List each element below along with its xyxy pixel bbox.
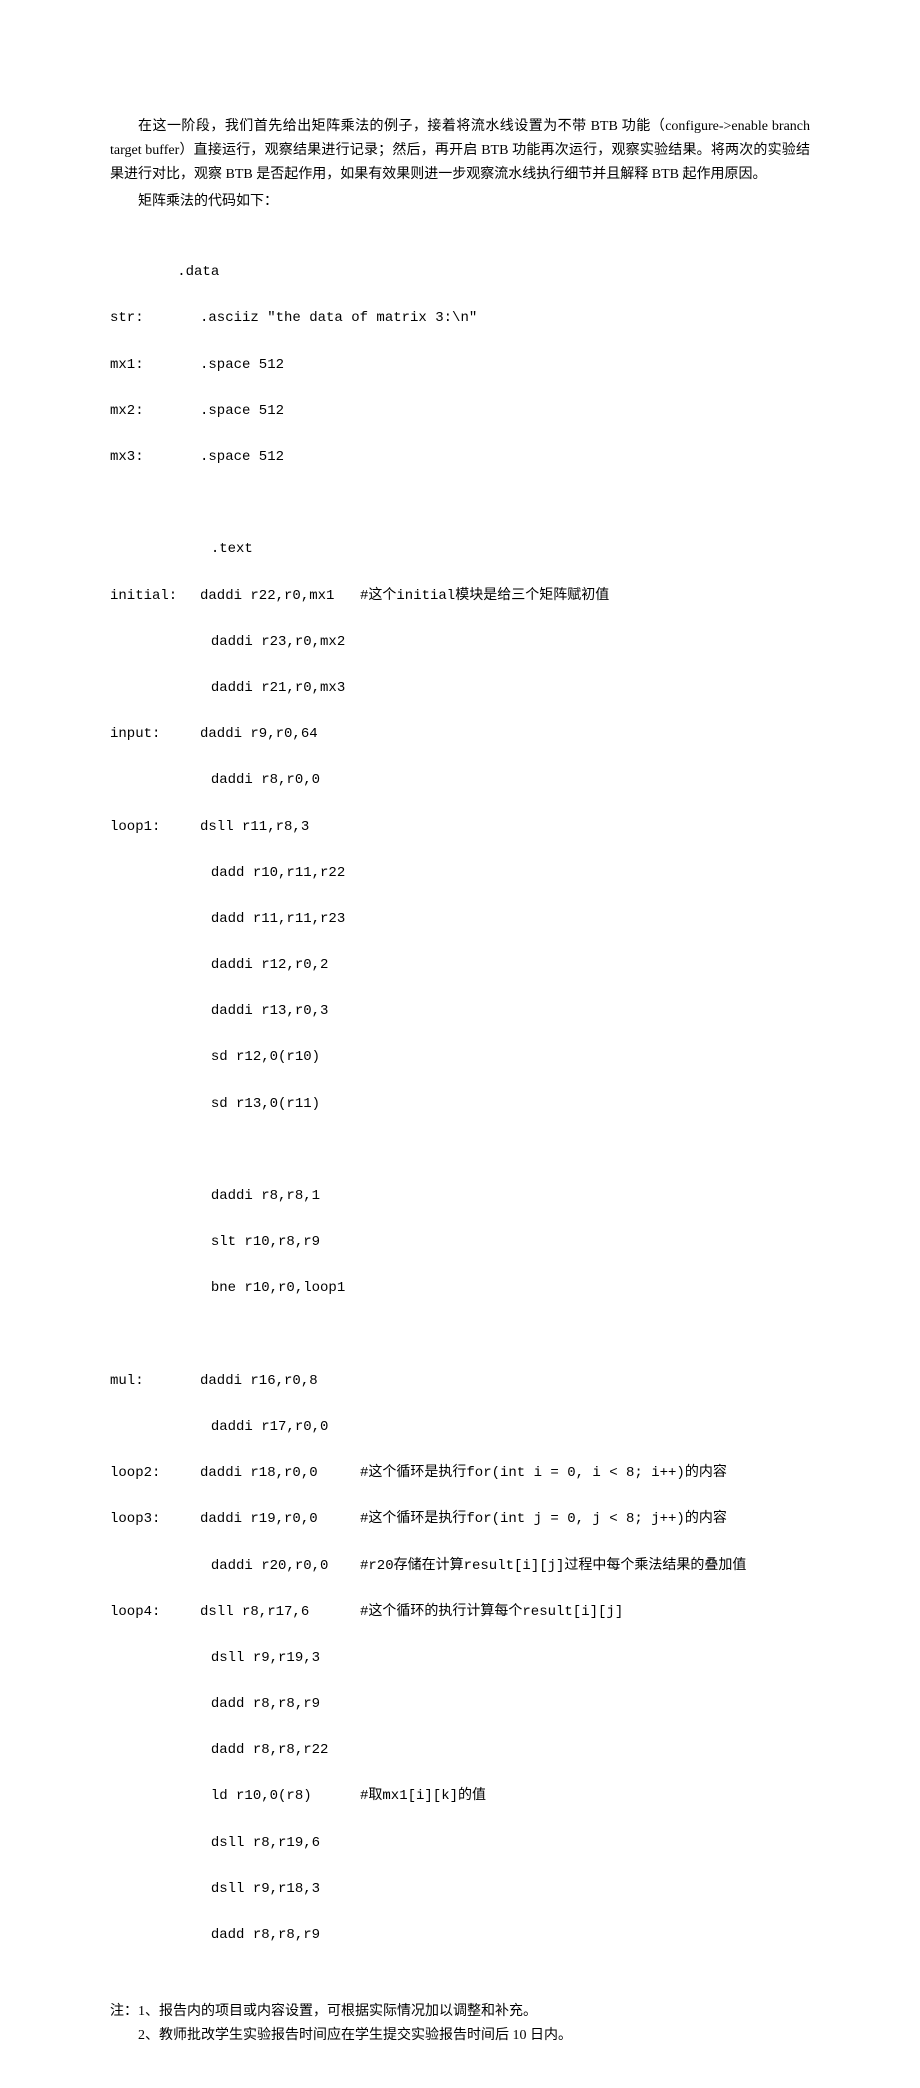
code-line: sd r13,0(r11) bbox=[110, 1093, 810, 1116]
code-comment: #取mx1[i][k]的值 bbox=[360, 1785, 486, 1808]
code-label: mx1: bbox=[110, 354, 200, 377]
paragraph-intro: 在这一阶段，我们首先给出矩阵乘法的例子，接着将流水线设置为不带 BTB 功能（c… bbox=[110, 115, 810, 186]
code-line: initial:daddi r22,r0,mx1#这个initial模块是给三个… bbox=[110, 585, 810, 608]
code-label: mx3: bbox=[110, 446, 200, 469]
code-comment: #这个循环的执行计算每个result[i][j] bbox=[360, 1601, 623, 1624]
code-label: loop4: bbox=[110, 1601, 200, 1624]
code-line: loop4:dsll r8,r17,6#这个循环的执行计算每个result[i]… bbox=[110, 1601, 810, 1624]
code-line: daddi r13,r0,3 bbox=[110, 1000, 810, 1023]
code-line: mul:daddi r16,r0,8 bbox=[110, 1370, 810, 1393]
code-line: input:daddi r9,r0,64 bbox=[110, 723, 810, 746]
code-label: loop1: bbox=[110, 816, 200, 839]
code-label: loop2: bbox=[110, 1462, 200, 1485]
code-label: initial: bbox=[110, 585, 200, 608]
code-line: slt r10,r8,r9 bbox=[110, 1231, 810, 1254]
code-line: daddi r8,r8,1 bbox=[110, 1185, 810, 1208]
code-label: str: bbox=[110, 307, 200, 330]
code-line: dsll r9,r18,3 bbox=[110, 1878, 810, 1901]
code-line: .data bbox=[110, 261, 810, 284]
footnote-line-1: 注：1、报告内的项目或内容设置，可根据实际情况加以调整和补充。 bbox=[110, 2000, 810, 2024]
code-line: dsll r8,r19,6 bbox=[110, 1832, 810, 1855]
code-line: daddi r8,r0,0 bbox=[110, 769, 810, 792]
code-line: dadd r8,r8,r9 bbox=[110, 1693, 810, 1716]
code-mnemonic: dsll r11,r8,3 bbox=[200, 819, 309, 835]
code-line: daddi r21,r0,mx3 bbox=[110, 677, 810, 700]
code-line: .text bbox=[110, 538, 810, 561]
document-page: 在这一阶段，我们首先给出矩阵乘法的例子，接着将流水线设置为不带 BTB 功能（c… bbox=[0, 0, 920, 2088]
code-line: dsll r9,r19,3 bbox=[110, 1647, 810, 1670]
code-line: loop2:daddi r18,r0,0#这个循环是执行for(int i = … bbox=[110, 1462, 810, 1485]
code-comment: #这个循环是执行for(int j = 0, j < 8; j++)的内容 bbox=[360, 1508, 727, 1531]
code-blank bbox=[110, 1324, 810, 1347]
page-footnote: 注：1、报告内的项目或内容设置，可根据实际情况加以调整和补充。 2、教师批改学生… bbox=[110, 2000, 810, 2048]
code-line: str:.asciiz "the data of matrix 3:\n" bbox=[110, 307, 810, 330]
code-line: daddi r17,r0,0 bbox=[110, 1416, 810, 1439]
code-line: bne r10,r0,loop1 bbox=[110, 1277, 810, 1300]
code-line: dadd r8,r8,r9 bbox=[110, 1924, 810, 1947]
code-mnemonic: daddi r16,r0,8 bbox=[200, 1373, 318, 1389]
code-line: daddi r23,r0,mx2 bbox=[110, 631, 810, 654]
paragraph-code-intro: 矩阵乘法的代码如下： bbox=[110, 190, 810, 214]
footnote-line-2: 2、教师批改学生实验报告时间应在学生提交实验报告时间后 10 日内。 bbox=[110, 2024, 810, 2048]
code-comment: #r20存储在计算result[i][j]过程中每个乘法结果的叠加值 bbox=[360, 1555, 746, 1578]
code-mnemonic: daddi r19,r0,0 bbox=[200, 1508, 360, 1531]
code-blank bbox=[110, 1139, 810, 1162]
code-line: loop1:dsll r11,r8,3 bbox=[110, 816, 810, 839]
code-line: dadd r10,r11,r22 bbox=[110, 862, 810, 885]
code-line: sd r12,0(r10) bbox=[110, 1046, 810, 1069]
code-mnemonic: .space 512 bbox=[200, 357, 284, 373]
code-label: input: bbox=[110, 723, 200, 746]
code-label: mul: bbox=[110, 1370, 200, 1393]
code-line: daddi r20,r0,0#r20存储在计算result[i][j]过程中每个… bbox=[110, 1555, 810, 1578]
code-mnemonic: .space 512 bbox=[200, 449, 284, 465]
code-mnemonic: daddi r9,r0,64 bbox=[200, 726, 318, 742]
code-line: mx3:.space 512 bbox=[110, 446, 810, 469]
code-line: mx2:.space 512 bbox=[110, 400, 810, 423]
code-mnemonic: daddi r22,r0,mx1 bbox=[200, 585, 360, 608]
code-listing: .data str:.asciiz "the data of matrix 3:… bbox=[110, 238, 810, 1970]
code-mnemonic: daddi r18,r0,0 bbox=[200, 1462, 360, 1485]
code-line: mx1:.space 512 bbox=[110, 354, 810, 377]
code-line: daddi r12,r0,2 bbox=[110, 954, 810, 977]
code-mnemonic: dsll r8,r17,6 bbox=[200, 1601, 360, 1624]
code-line: dadd r11,r11,r23 bbox=[110, 908, 810, 931]
code-mnemonic: daddi r20,r0,0 bbox=[110, 1555, 360, 1578]
code-label: mx2: bbox=[110, 400, 200, 423]
code-blank bbox=[110, 492, 810, 515]
code-line: loop3:daddi r19,r0,0#这个循环是执行for(int j = … bbox=[110, 1508, 810, 1531]
code-mnemonic: .space 512 bbox=[200, 403, 284, 419]
code-comment: #这个initial模块是给三个矩阵赋初值 bbox=[360, 585, 609, 608]
code-line: dadd r8,r8,r22 bbox=[110, 1739, 810, 1762]
code-comment: #这个循环是执行for(int i = 0, i < 8; i++)的内容 bbox=[360, 1462, 727, 1485]
code-mnemonic: ld r10,0(r8) bbox=[110, 1785, 360, 1808]
code-label: loop3: bbox=[110, 1508, 200, 1531]
code-mnemonic: .asciiz "the data of matrix 3:\n" bbox=[200, 310, 477, 326]
code-line: ld r10,0(r8)#取mx1[i][k]的值 bbox=[110, 1785, 810, 1808]
